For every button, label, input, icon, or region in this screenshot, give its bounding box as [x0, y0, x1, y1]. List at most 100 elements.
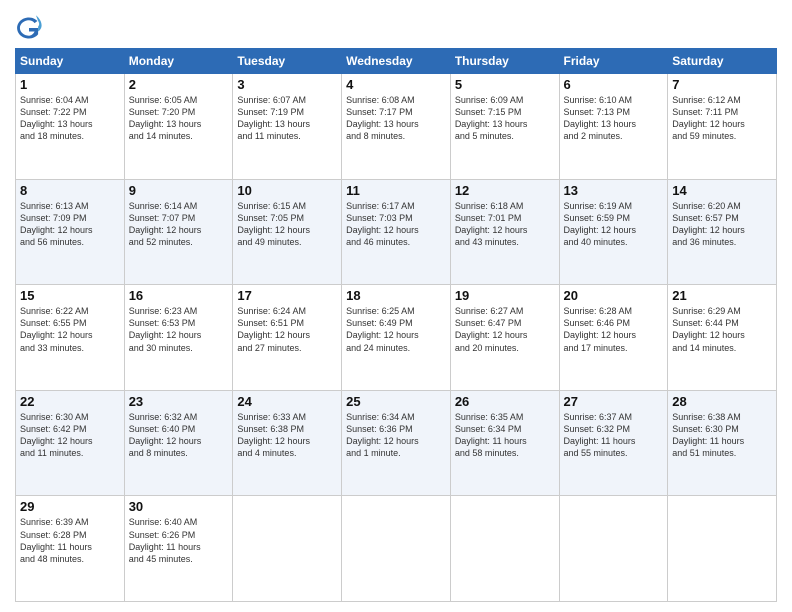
day-number: 12	[455, 183, 555, 198]
calendar-cell: 15 Sunrise: 6:22 AM Sunset: 6:55 PM Dayli…	[16, 285, 125, 391]
day-number: 29	[20, 499, 120, 514]
calendar-week-row: 29 Sunrise: 6:39 AM Sunset: 6:28 PM Dayli…	[16, 496, 777, 602]
calendar-cell	[668, 496, 777, 602]
day-info: Sunrise: 6:07 AM Sunset: 7:19 PM Dayligh…	[237, 94, 337, 143]
logo	[15, 14, 47, 42]
day-info: Sunrise: 6:08 AM Sunset: 7:17 PM Dayligh…	[346, 94, 446, 143]
day-number: 25	[346, 394, 446, 409]
day-info: Sunrise: 6:09 AM Sunset: 7:15 PM Dayligh…	[455, 94, 555, 143]
calendar-cell: 30 Sunrise: 6:40 AM Sunset: 6:26 PM Dayli…	[124, 496, 233, 602]
weekday-header-saturday: Saturday	[668, 49, 777, 74]
calendar-cell: 27 Sunrise: 6:37 AM Sunset: 6:32 PM Dayli…	[559, 390, 668, 496]
day-info: Sunrise: 6:22 AM Sunset: 6:55 PM Dayligh…	[20, 305, 120, 354]
calendar-week-row: 1 Sunrise: 6:04 AM Sunset: 7:22 PM Daylig…	[16, 74, 777, 180]
calendar-cell: 22 Sunrise: 6:30 AM Sunset: 6:42 PM Dayli…	[16, 390, 125, 496]
day-number: 4	[346, 77, 446, 92]
day-info: Sunrise: 6:10 AM Sunset: 7:13 PM Dayligh…	[564, 94, 664, 143]
calendar-cell: 26 Sunrise: 6:35 AM Sunset: 6:34 PM Dayli…	[450, 390, 559, 496]
day-info: Sunrise: 6:40 AM Sunset: 6:26 PM Dayligh…	[129, 516, 229, 565]
calendar-cell: 21 Sunrise: 6:29 AM Sunset: 6:44 PM Dayli…	[668, 285, 777, 391]
calendar-cell: 29 Sunrise: 6:39 AM Sunset: 6:28 PM Dayli…	[16, 496, 125, 602]
calendar-week-row: 8 Sunrise: 6:13 AM Sunset: 7:09 PM Daylig…	[16, 179, 777, 285]
day-info: Sunrise: 6:29 AM Sunset: 6:44 PM Dayligh…	[672, 305, 772, 354]
day-number: 11	[346, 183, 446, 198]
day-number: 7	[672, 77, 772, 92]
day-info: Sunrise: 6:34 AM Sunset: 6:36 PM Dayligh…	[346, 411, 446, 460]
day-number: 24	[237, 394, 337, 409]
calendar-cell: 23Sunrise: 6:32 AM Sunset: 6:40 PM Dayli…	[124, 390, 233, 496]
calendar-cell: 3 Sunrise: 6:07 AM Sunset: 7:19 PM Daylig…	[233, 74, 342, 180]
day-info: Sunrise: 6:23 AM Sunset: 6:53 PM Dayligh…	[129, 305, 229, 354]
calendar-cell: 20 Sunrise: 6:28 AM Sunset: 6:46 PM Dayli…	[559, 285, 668, 391]
calendar-cell: 12 Sunrise: 6:18 AM Sunset: 7:01 PM Dayli…	[450, 179, 559, 285]
day-number: 23	[129, 394, 229, 409]
calendar-cell: 1 Sunrise: 6:04 AM Sunset: 7:22 PM Daylig…	[16, 74, 125, 180]
calendar-cell	[450, 496, 559, 602]
calendar-cell: 10 Sunrise: 6:15 AM Sunset: 7:05 PM Dayli…	[233, 179, 342, 285]
day-number: 3	[237, 77, 337, 92]
weekday-header-friday: Friday	[559, 49, 668, 74]
day-info: Sunrise: 6:05 AM Sunset: 7:20 PM Dayligh…	[129, 94, 229, 143]
calendar-cell	[559, 496, 668, 602]
calendar-table: SundayMondayTuesdayWednesdayThursdayFrid…	[15, 48, 777, 602]
day-info: Sunrise: 6:14 AM Sunset: 7:07 PM Dayligh…	[129, 200, 229, 249]
day-number: 27	[564, 394, 664, 409]
day-info: Sunrise: 6:28 AM Sunset: 6:46 PM Dayligh…	[564, 305, 664, 354]
calendar-cell: 16 Sunrise: 6:23 AM Sunset: 6:53 PM Dayli…	[124, 285, 233, 391]
day-info: Sunrise: 6:13 AM Sunset: 7:09 PM Dayligh…	[20, 200, 120, 249]
day-number: 2	[129, 77, 229, 92]
calendar-cell: 9Sunrise: 6:14 AM Sunset: 7:07 PM Daylig…	[124, 179, 233, 285]
day-number: 26	[455, 394, 555, 409]
day-number: 21	[672, 288, 772, 303]
day-number: 17	[237, 288, 337, 303]
day-number: 20	[564, 288, 664, 303]
weekday-header-sunday: Sunday	[16, 49, 125, 74]
day-number: 18	[346, 288, 446, 303]
calendar-week-row: 22 Sunrise: 6:30 AM Sunset: 6:42 PM Dayli…	[16, 390, 777, 496]
calendar-header-row: SundayMondayTuesdayWednesdayThursdayFrid…	[16, 49, 777, 74]
calendar-cell: 19 Sunrise: 6:27 AM Sunset: 6:47 PM Dayli…	[450, 285, 559, 391]
calendar-cell: 18 Sunrise: 6:25 AM Sunset: 6:49 PM Dayli…	[342, 285, 451, 391]
weekday-header-tuesday: Tuesday	[233, 49, 342, 74]
day-number: 22	[20, 394, 120, 409]
weekday-header-thursday: Thursday	[450, 49, 559, 74]
calendar-cell: 13 Sunrise: 6:19 AM Sunset: 6:59 PM Dayli…	[559, 179, 668, 285]
day-info: Sunrise: 6:33 AM Sunset: 6:38 PM Dayligh…	[237, 411, 337, 460]
calendar-cell: 14 Sunrise: 6:20 AM Sunset: 6:57 PM Dayli…	[668, 179, 777, 285]
day-info: Sunrise: 6:37 AM Sunset: 6:32 PM Dayligh…	[564, 411, 664, 460]
day-info: Sunrise: 6:12 AM Sunset: 7:11 PM Dayligh…	[672, 94, 772, 143]
weekday-header-wednesday: Wednesday	[342, 49, 451, 74]
day-info: Sunrise: 6:25 AM Sunset: 6:49 PM Dayligh…	[346, 305, 446, 354]
calendar-cell: 11Sunrise: 6:17 AM Sunset: 7:03 PM Dayli…	[342, 179, 451, 285]
day-info: Sunrise: 6:24 AM Sunset: 6:51 PM Dayligh…	[237, 305, 337, 354]
day-number: 1	[20, 77, 120, 92]
calendar-cell: 7 Sunrise: 6:12 AM Sunset: 7:11 PM Daylig…	[668, 74, 777, 180]
weekday-header-monday: Monday	[124, 49, 233, 74]
header	[15, 10, 777, 42]
day-info: Sunrise: 6:20 AM Sunset: 6:57 PM Dayligh…	[672, 200, 772, 249]
day-info: Sunrise: 6:30 AM Sunset: 6:42 PM Dayligh…	[20, 411, 120, 460]
day-number: 28	[672, 394, 772, 409]
day-number: 8	[20, 183, 120, 198]
calendar-cell: 17 Sunrise: 6:24 AM Sunset: 6:51 PM Dayli…	[233, 285, 342, 391]
day-number: 16	[129, 288, 229, 303]
day-info: Sunrise: 6:19 AM Sunset: 6:59 PM Dayligh…	[564, 200, 664, 249]
day-number: 14	[672, 183, 772, 198]
day-info: Sunrise: 6:38 AM Sunset: 6:30 PM Dayligh…	[672, 411, 772, 460]
day-info: Sunrise: 6:35 AM Sunset: 6:34 PM Dayligh…	[455, 411, 555, 460]
day-number: 13	[564, 183, 664, 198]
day-number: 10	[237, 183, 337, 198]
calendar-cell	[233, 496, 342, 602]
day-info: Sunrise: 6:15 AM Sunset: 7:05 PM Dayligh…	[237, 200, 337, 249]
day-number: 30	[129, 499, 229, 514]
day-number: 19	[455, 288, 555, 303]
day-info: Sunrise: 6:27 AM Sunset: 6:47 PM Dayligh…	[455, 305, 555, 354]
calendar-cell: 28 Sunrise: 6:38 AM Sunset: 6:30 PM Dayli…	[668, 390, 777, 496]
calendar-cell: 24 Sunrise: 6:33 AM Sunset: 6:38 PM Dayli…	[233, 390, 342, 496]
day-number: 6	[564, 77, 664, 92]
day-info: Sunrise: 6:04 AM Sunset: 7:22 PM Dayligh…	[20, 94, 120, 143]
calendar-week-row: 15 Sunrise: 6:22 AM Sunset: 6:55 PM Dayli…	[16, 285, 777, 391]
day-info: Sunrise: 6:18 AM Sunset: 7:01 PM Dayligh…	[455, 200, 555, 249]
day-info: Sunrise: 6:39 AM Sunset: 6:28 PM Dayligh…	[20, 516, 120, 565]
day-number: 15	[20, 288, 120, 303]
